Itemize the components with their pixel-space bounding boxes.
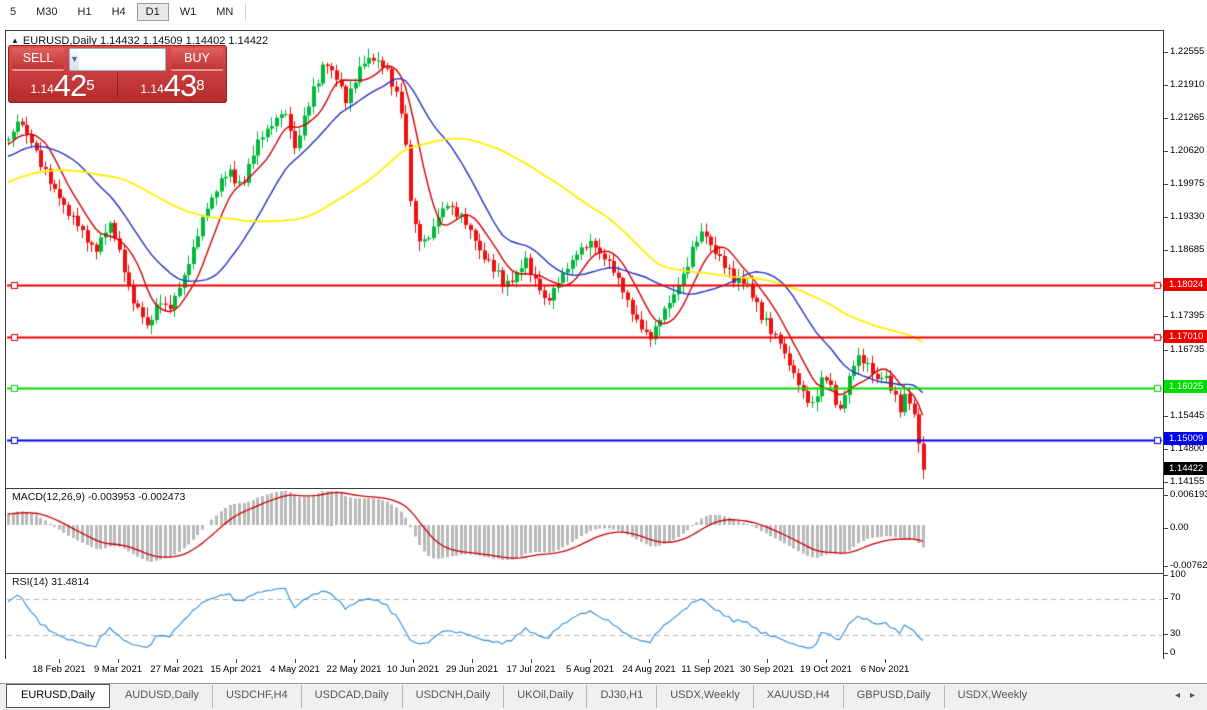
tab-scroll-left-icon[interactable]: ◂ <box>1175 690 1180 701</box>
timeframe-button-5[interactable]: 5 <box>1 3 25 21</box>
date-axis-tick <box>295 659 296 663</box>
volume-decrease-icon[interactable]: ▼ <box>70 49 79 70</box>
date-axis: 18 Feb 2021 9 Mar 2021 27 Mar 2021 15 Apr 2… <box>5 659 1164 682</box>
date-axis-tick <box>177 659 178 663</box>
price-axis-tick: 1.15445 <box>1164 410 1207 422</box>
price-axis-tick: 1.19330 <box>1164 211 1207 223</box>
one-click-trade-panel: SELL ▼ ▲ BUY 1.14425 1.14438 <box>8 45 227 103</box>
date-axis-tick <box>118 659 119 663</box>
date-axis-tick <box>826 659 827 663</box>
date-axis-label: 30 Sep 2021 <box>740 664 794 675</box>
date-axis-label: 18 Feb 2021 <box>32 664 85 675</box>
timeframe-toolbar: 5M30H1H4D1W1MN <box>0 0 1207 24</box>
date-axis-tick <box>708 659 709 663</box>
date-axis-label: 27 Mar 2021 <box>150 664 203 675</box>
date-axis-label: 22 May 2021 <box>327 664 382 675</box>
date-axis-tick <box>649 659 650 663</box>
symbol-tab-usdcad-daily[interactable]: USDCAD,Daily <box>301 685 402 708</box>
timeframe-button-W1[interactable]: W1 <box>171 3 206 21</box>
tab-scroll-arrows: ◂ ▸ <box>1175 684 1207 701</box>
rsi-axis-tick: 70 <box>1164 592 1207 604</box>
collapse-panel-icon[interactable]: ▲ <box>11 36 19 45</box>
rsi-indicator-panel[interactable]: RSI(14) 31.4814 <box>5 573 1164 660</box>
price-axis-tick: 1.18685 <box>1164 244 1207 256</box>
price-level-badge: 1.14422 <box>1164 462 1207 475</box>
date-axis-label: 6 Nov 2021 <box>861 664 910 675</box>
trading-terminal-window: 5M30H1H4D1W1MN ▲EURUSD,Daily 1.14432 1.1… <box>0 0 1207 710</box>
timeframe-button-H4[interactable]: H4 <box>103 3 135 21</box>
buy-price-big: 43 <box>164 73 196 99</box>
sell-price-big: 42 <box>54 73 86 99</box>
symbol-tab-gbpusd-daily[interactable]: GBPUSD,Daily <box>843 685 944 708</box>
buy-price-small: 1.14 <box>140 79 163 99</box>
price-axis-tick: 1.19975 <box>1164 178 1207 190</box>
buy-price-sup: 8 <box>196 71 204 101</box>
date-axis-label: 24 Aug 2021 <box>622 664 675 675</box>
timeframe-button-H1[interactable]: H1 <box>69 3 101 21</box>
symbol-tab-audusd-daily[interactable]: AUDUSD,Daily <box>112 685 212 708</box>
price-level-badge: 1.16025 <box>1164 380 1207 393</box>
price-level-badge: 1.15009 <box>1164 432 1207 445</box>
macd-axis-tick: 0.006193 <box>1164 489 1207 501</box>
date-axis-tick <box>413 659 414 663</box>
price-axis-tick: 1.17395 <box>1164 310 1207 322</box>
sell-price-sup: 5 <box>86 71 94 101</box>
date-axis-tick <box>354 659 355 663</box>
rsi-canvas[interactable] <box>6 574 1163 659</box>
price-axis-tick: 1.16735 <box>1164 344 1207 356</box>
timeframe-button-D1[interactable]: D1 <box>137 3 169 21</box>
date-axis-label: 15 Apr 2021 <box>210 664 261 675</box>
symbol-tab-usdx-weekly[interactable]: USDX,Weekly <box>944 685 1040 708</box>
rsi-axis-tick: 30 <box>1164 628 1207 640</box>
macd-indicator-panel[interactable]: MACD(12,26,9) -0.003953 -0.002473 <box>5 488 1164 574</box>
symbol-tab-ukoil-daily[interactable]: UKOil,Daily <box>503 685 586 708</box>
date-axis-tick <box>236 659 237 663</box>
price-axis-tick: 1.20620 <box>1164 145 1207 157</box>
price-axis: 1.22555 1.21910 1.21265 1.20620 1.19975 1.193… <box>1164 30 1207 682</box>
rsi-label: RSI(14) 31.4814 <box>12 576 89 588</box>
sell-price[interactable]: 1.14425 <box>8 71 117 100</box>
symbol-tab-eurusd-daily[interactable]: EURUSD,Daily <box>6 684 110 708</box>
price-axis-tick: 1.21265 <box>1164 112 1207 124</box>
symbol-tab-dj30-h1[interactable]: DJ30,H1 <box>586 685 656 708</box>
date-axis-tick <box>590 659 591 663</box>
date-axis-label: 19 Oct 2021 <box>800 664 852 675</box>
macd-label: MACD(12,26,9) -0.003953 -0.002473 <box>12 491 185 503</box>
date-axis-label: 29 Jun 2021 <box>446 664 498 675</box>
date-axis-tick <box>472 659 473 663</box>
date-axis-label: 11 Sep 2021 <box>681 664 734 675</box>
date-axis-label: 17 Jul 2021 <box>506 664 555 675</box>
date-axis-tick <box>767 659 768 663</box>
date-axis-tick <box>885 659 886 663</box>
symbol-tab-xauusd-h4[interactable]: XAUUSD,H4 <box>753 685 843 708</box>
rsi-axis-tick: 0 <box>1164 647 1207 659</box>
price-level-badge: 1.18024 <box>1164 278 1207 291</box>
buy-price[interactable]: 1.14438 <box>118 71 227 100</box>
date-axis-label: 4 May 2021 <box>270 664 320 675</box>
date-axis-label: 9 Mar 2021 <box>94 664 142 675</box>
volume-input[interactable] <box>79 49 166 70</box>
date-axis-label: 10 Jun 2021 <box>387 664 439 675</box>
price-axis-tick: 1.14800 <box>1164 443 1207 455</box>
rsi-axis-tick: 100 <box>1164 569 1207 581</box>
symbol-tab-usdx-weekly[interactable]: USDX,Weekly <box>656 685 752 708</box>
price-axis-tick: 1.14155 <box>1164 476 1207 488</box>
sell-price-small: 1.14 <box>30 79 53 99</box>
price-axis-tick: 1.22555 <box>1164 46 1207 58</box>
symbol-tab-usdcnh-daily[interactable]: USDCNH,Daily <box>402 685 504 708</box>
tabs-container: EURUSD,DailyAUDUSD,DailyUSDCHF,H4USDCAD,… <box>0 684 1040 708</box>
tab-scroll-right-icon[interactable]: ▸ <box>1190 690 1195 701</box>
date-axis-label: 5 Aug 2021 <box>566 664 614 675</box>
symbol-tab-usdchf-h4[interactable]: USDCHF,H4 <box>212 685 301 708</box>
date-axis-tick <box>59 659 60 663</box>
symbol-tab-bar: EURUSD,DailyAUDUSD,DailyUSDCHF,H4USDCAD,… <box>0 683 1207 710</box>
price-level-badge: 1.17010 <box>1164 330 1207 343</box>
timeframe-button-MN[interactable]: MN <box>207 3 242 21</box>
toolbar-separator <box>245 3 246 21</box>
date-axis-tick <box>531 659 532 663</box>
timeframe-button-M30[interactable]: M30 <box>27 3 66 21</box>
price-axis-tick: 1.21910 <box>1164 79 1207 91</box>
macd-axis-tick: 0.00 <box>1164 522 1207 534</box>
